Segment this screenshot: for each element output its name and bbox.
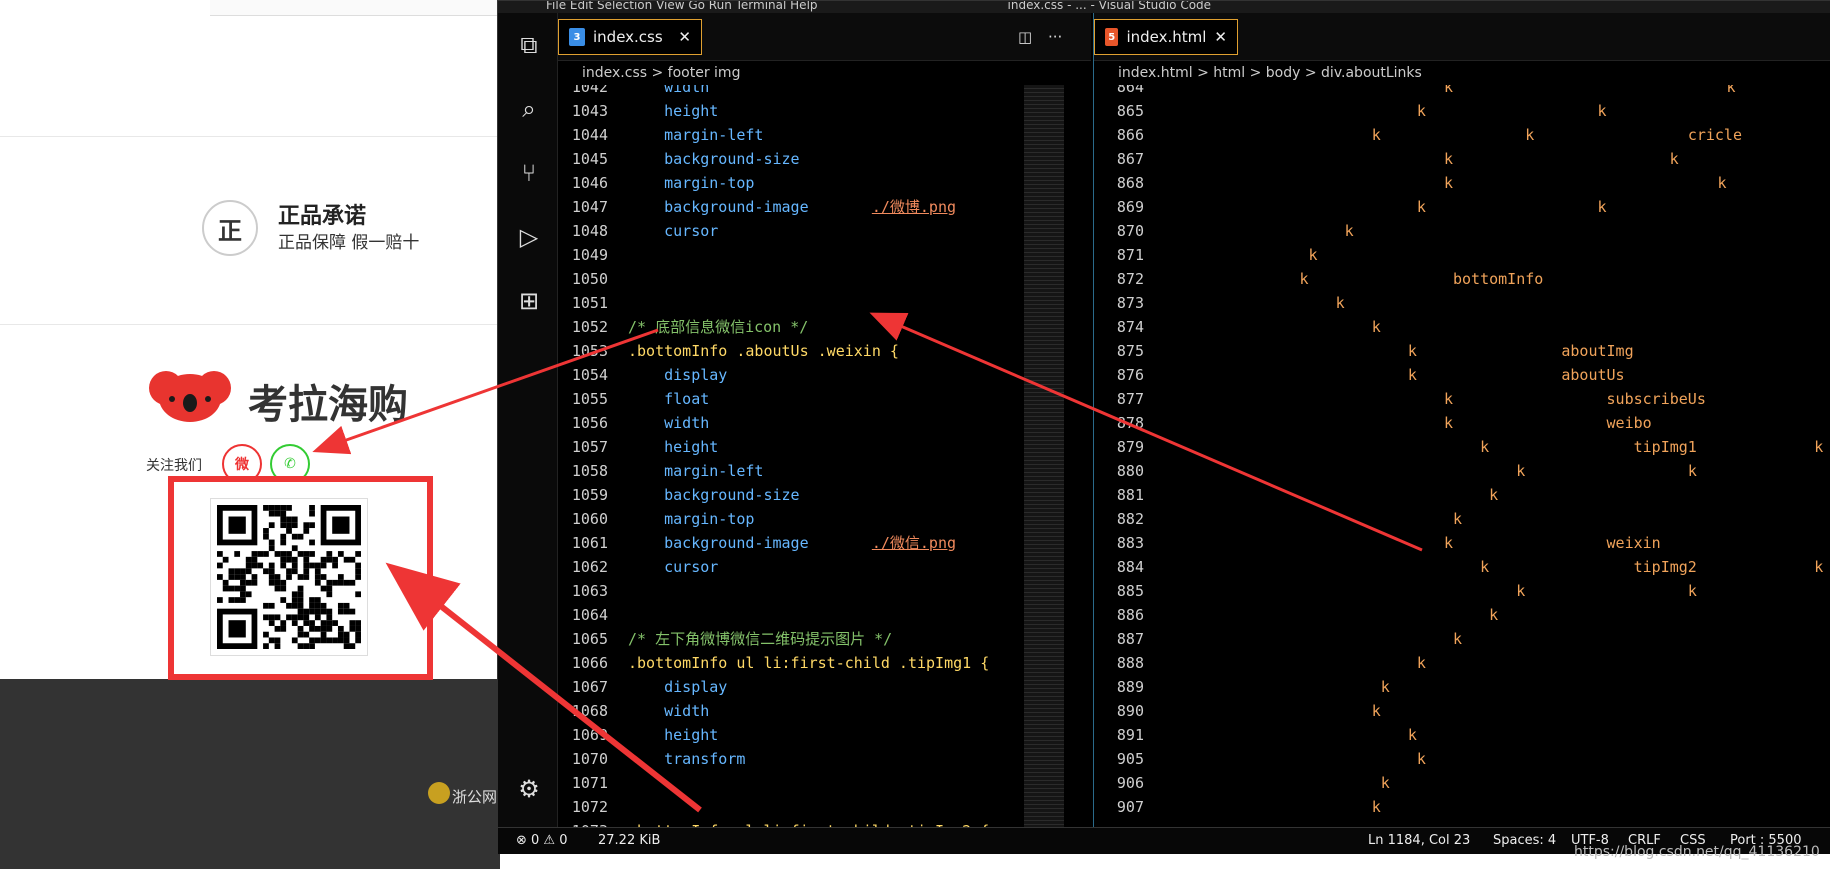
arrow-to-wechat-icon — [312, 328, 659, 455]
watermark-text: https://blog.csdn.net/qq_41136210 — [1574, 844, 1820, 860]
arrow-to-qr-box — [385, 562, 702, 813]
arrow-to-css-comment — [869, 312, 1423, 552]
annotation-arrows — [312, 312, 1423, 813]
screenshot-root: { "website": { "promise_icon_text": "正",… — [0, 0, 1830, 869]
